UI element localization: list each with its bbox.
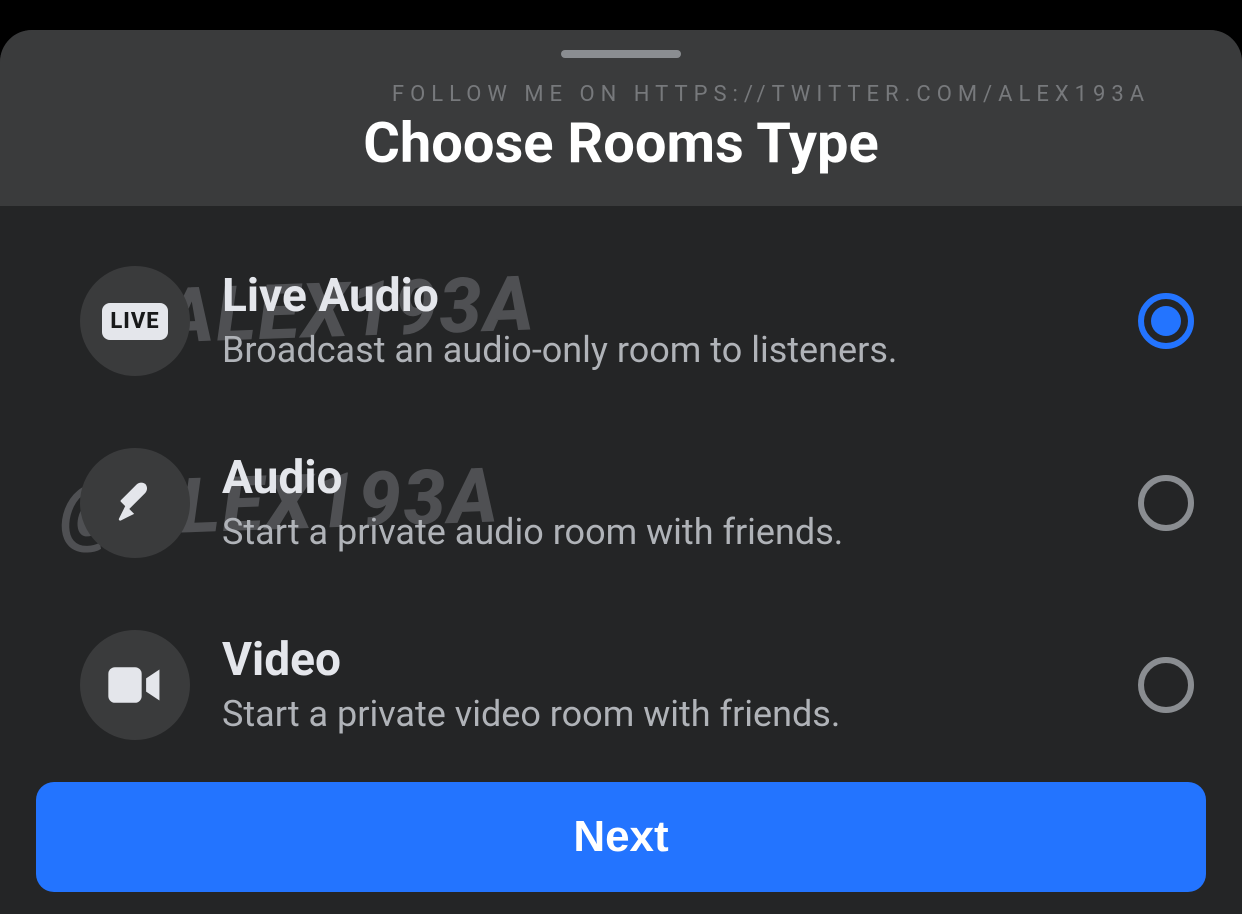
radio-dot-icon bbox=[1151, 306, 1181, 336]
option-text: Live Audio Broadcast an audio-only room … bbox=[222, 269, 1106, 374]
video-camera-icon bbox=[80, 630, 190, 740]
option-text: Audio Start a private audio room with fr… bbox=[222, 451, 1106, 556]
options-list: LIVE Live Audio Broadcast an audio-only … bbox=[0, 206, 1242, 800]
option-desc: Broadcast an audio-only room to listener… bbox=[222, 327, 1106, 374]
microphone-icon bbox=[80, 448, 190, 558]
bottom-sheet: FOLLOW ME ON HTTPS://TWITTER.COM/ALEX193… bbox=[0, 30, 1242, 914]
option-video[interactable]: Video Start a private video room with fr… bbox=[0, 594, 1242, 776]
option-title: Video bbox=[222, 633, 1106, 687]
radio-video[interactable] bbox=[1138, 657, 1194, 713]
radio-audio[interactable] bbox=[1138, 475, 1194, 531]
next-button[interactable]: Next bbox=[36, 782, 1206, 892]
option-live-audio[interactable]: LIVE Live Audio Broadcast an audio-only … bbox=[0, 230, 1242, 412]
radio-live-audio[interactable] bbox=[1138, 293, 1194, 349]
option-title: Audio bbox=[222, 451, 1106, 505]
live-badge-label: LIVE bbox=[102, 303, 167, 340]
live-badge-icon: LIVE bbox=[80, 266, 190, 376]
option-desc: Start a private video room with friends. bbox=[222, 691, 1106, 738]
option-text: Video Start a private video room with fr… bbox=[222, 633, 1106, 738]
sheet-header: FOLLOW ME ON HTTPS://TWITTER.COM/ALEX193… bbox=[0, 30, 1242, 206]
option-audio[interactable]: Audio Start a private audio room with fr… bbox=[0, 412, 1242, 594]
option-title: Live Audio bbox=[222, 269, 1106, 323]
sheet-grabber[interactable] bbox=[561, 50, 681, 58]
option-desc: Start a private audio room with friends. bbox=[222, 509, 1106, 556]
sheet-title: Choose Rooms Type bbox=[0, 110, 1242, 176]
watermark-top: FOLLOW ME ON HTTPS://TWITTER.COM/ALEX193… bbox=[0, 82, 1242, 107]
